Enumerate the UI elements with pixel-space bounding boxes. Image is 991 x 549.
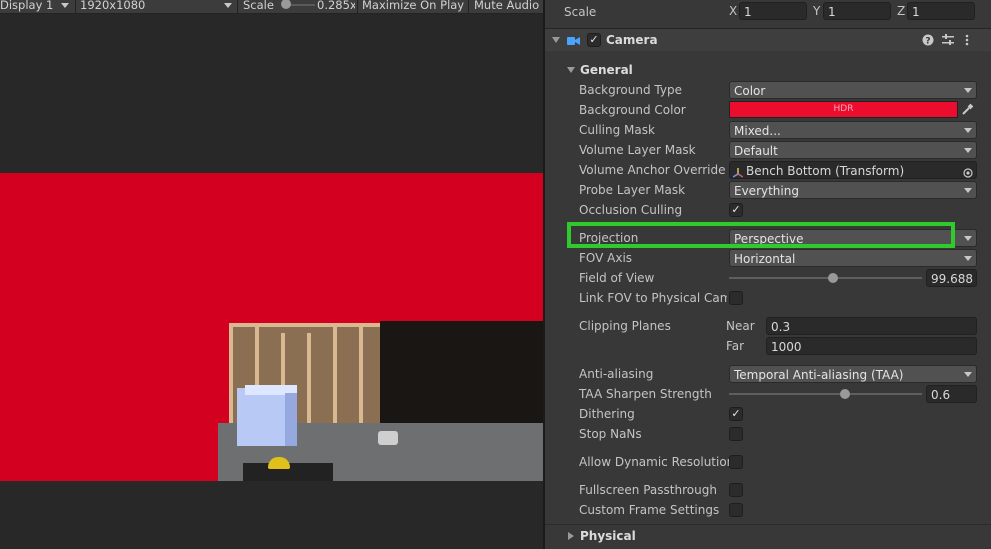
more-menu-icon[interactable] — [965, 34, 969, 46]
display-dropdown[interactable]: Display 1 — [0, 0, 70, 13]
game-view-toolbar: Display 1 1920x1080 Scale 0.285x Maximiz… — [0, 0, 543, 14]
game-view: Display 1 1920x1080 Scale 0.285x Maximiz… — [0, 0, 543, 549]
scale-y-field[interactable]: 1 — [823, 2, 891, 20]
toolbar-divider — [468, 0, 469, 13]
transform-icon — [732, 165, 744, 178]
far-label: Far — [726, 339, 745, 353]
field-of-view-field[interactable]: 99.688 — [926, 269, 977, 287]
background-color-label: Background Color — [579, 103, 686, 117]
occlusion-culling-checkbox[interactable]: ✓ — [729, 203, 743, 217]
fov-axis-label: FOV Axis — [579, 251, 633, 265]
svg-text:?: ? — [925, 37, 930, 47]
toolbar-divider — [237, 0, 238, 13]
object-picker-icon[interactable] — [963, 165, 973, 178]
inspector-panel: Scale X 1 Y 1 Z 1 ✓ Camera ? General Bac… — [543, 0, 991, 549]
fullscreen-passthrough-label: Fullscreen Passthrough — [579, 483, 717, 497]
fullscreen-passthrough-checkbox[interactable] — [729, 483, 743, 497]
physical-section-title: Physical — [580, 529, 636, 543]
dithering-label: Dithering — [579, 407, 635, 421]
anti-aliasing-label: Anti-aliasing — [579, 367, 654, 381]
help-icon[interactable]: ? — [922, 34, 934, 47]
dithering-checkbox[interactable]: ✓ — [729, 407, 743, 421]
physical-foldout-icon[interactable] — [568, 532, 574, 540]
scale-z-label: Z — [897, 4, 906, 18]
occlusion-culling-label: Occlusion Culling — [579, 203, 683, 217]
scale-value: 0.285x — [317, 0, 355, 12]
field-of-view-slider-handle[interactable] — [828, 273, 839, 283]
background-type-dropdown[interactable]: Color — [729, 81, 977, 99]
taa-sharpen-slider-handle[interactable] — [839, 389, 850, 399]
taa-sharpen-field[interactable]: 0.6 — [926, 385, 977, 403]
link-fov-label: Link FOV to Physical Came — [579, 291, 727, 305]
general-section-title: General — [580, 63, 633, 77]
maximize-on-play-toggle[interactable]: Maximize On Play — [362, 0, 464, 13]
allow-dynamic-resolution-label: Allow Dynamic Resolution — [579, 455, 735, 469]
preset-icon[interactable] — [942, 34, 954, 46]
resolution-dropdown-label: 1920x1080 — [80, 0, 146, 12]
scale-z-field[interactable]: 1 — [907, 2, 975, 20]
fov-axis-dropdown[interactable]: Horizontal — [729, 249, 977, 267]
culling-mask-dropdown[interactable]: Mixed... — [729, 121, 977, 139]
scale-label: Scale — [243, 0, 274, 12]
custom-frame-settings-label: Custom Frame Settings — [579, 503, 720, 517]
hdr-label: HDR — [833, 104, 854, 114]
projection-highlight-box — [567, 222, 955, 248]
game-viewport[interactable] — [0, 173, 543, 481]
volume-anchor-override-field[interactable]: Bench Bottom (Transform) — [729, 161, 977, 179]
camera-title: Camera — [606, 33, 658, 47]
field-of-view-label: Field of View — [579, 271, 655, 285]
toolbar-divider — [75, 0, 76, 13]
volume-layer-mask-dropdown[interactable]: Default — [729, 141, 977, 159]
scale-slider-handle[interactable] — [281, 0, 291, 9]
culling-mask-label: Culling Mask — [579, 123, 655, 137]
stop-nans-checkbox[interactable] — [729, 427, 743, 441]
near-label: Near — [726, 319, 755, 333]
general-foldout-icon[interactable] — [567, 67, 575, 73]
transform-scale-label: Scale — [564, 5, 597, 19]
mute-audio-toggle[interactable]: Mute Audio — [474, 0, 539, 13]
far-clip-field[interactable]: 1000 — [766, 337, 977, 355]
chevron-down-icon — [61, 3, 70, 8]
toolbar-divider — [357, 0, 358, 13]
eyedropper-icon[interactable] — [961, 103, 974, 116]
resolution-dropdown[interactable]: 1920x1080 — [80, 0, 232, 13]
viewport-letterbox — [0, 481, 543, 549]
allow-dynamic-resolution-checkbox[interactable] — [729, 455, 743, 469]
background-color-swatch[interactable]: HDR — [729, 101, 958, 118]
blue-cube-side — [285, 393, 297, 446]
paint-bucket — [378, 431, 398, 445]
stop-nans-label: Stop NaNs — [579, 427, 642, 441]
section-divider — [545, 524, 991, 525]
field-of-view-slider-track[interactable] — [729, 277, 922, 279]
camera-foldout-icon[interactable] — [552, 37, 560, 43]
chevron-down-icon — [224, 3, 232, 8]
scale-x-label: X — [729, 4, 738, 18]
custom-frame-settings-checkbox[interactable] — [729, 503, 743, 517]
volume-anchor-override-label: Volume Anchor Override — [579, 163, 726, 177]
scale-y-label: Y — [813, 4, 821, 18]
clipping-planes-label: Clipping Planes — [579, 319, 671, 333]
scale-x-field[interactable]: 1 — [739, 2, 807, 20]
hard-hat — [268, 457, 290, 469]
volume-layer-mask-label: Volume Layer Mask — [579, 143, 696, 157]
link-fov-checkbox[interactable] — [729, 291, 743, 305]
camera-enabled-checkbox[interactable]: ✓ — [587, 33, 601, 47]
anti-aliasing-dropdown[interactable]: Temporal Anti-aliasing (TAA) — [729, 365, 977, 383]
camera-icon — [567, 35, 580, 45]
background-type-label: Background Type — [579, 83, 682, 97]
probe-layer-mask-label: Probe Layer Mask — [579, 183, 686, 197]
taa-sharpen-slider-track[interactable] — [729, 393, 922, 395]
taa-sharpen-strength-label: TAA Sharpen Strength — [579, 387, 712, 401]
display-dropdown-label: Display 1 — [0, 0, 54, 12]
near-clip-field[interactable]: 0.3 — [766, 317, 977, 335]
probe-layer-mask-dropdown[interactable]: Everything — [729, 181, 977, 199]
volume-anchor-override-value: Bench Bottom (Transform) — [746, 164, 905, 178]
